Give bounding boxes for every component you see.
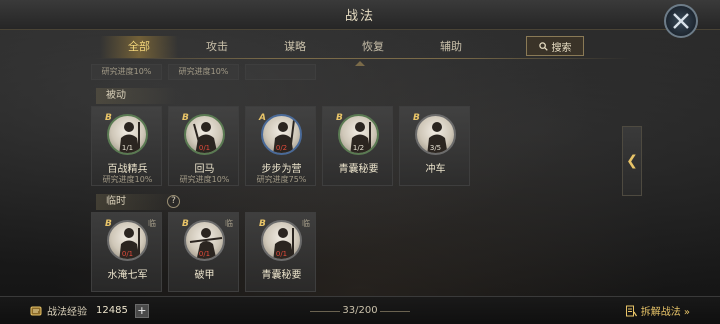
tactic-card[interactable]: 临 B 0/1 破甲 [168, 212, 239, 292]
page-title: 战法 [344, 9, 375, 24]
tactic-name: 百战精兵 [107, 164, 148, 175]
tab-strategy[interactable]: 谋略 [256, 36, 334, 58]
tab-caret-indicator [355, 61, 365, 66]
search-label: 搜索 [551, 42, 572, 54]
research-progress: 研究进度10% [179, 175, 230, 184]
tactic-card[interactable]: 临 B 0/1 青囊秘要 [245, 212, 316, 292]
tab-divider [92, 58, 632, 59]
disassemble-icon [625, 305, 637, 316]
grade-badge: B [182, 219, 189, 229]
tactic-name: 水淹七军 [107, 270, 148, 281]
disassemble-button[interactable]: 拆解战法 » [625, 303, 690, 318]
tactic-card[interactable]: B 1/2 青囊秘要 [322, 106, 393, 186]
bottom-bar: 战法经验 12485 + 33/200 拆解战法 » [0, 296, 720, 324]
tactic-name: 青囊秘要 [261, 270, 302, 281]
level-text: 1/1 [121, 144, 134, 152]
close-x-icon [673, 13, 689, 29]
section-label-temporary: 临时 [96, 194, 176, 210]
temporary-card-row: 临 B 0/1 水淹七军 临 B 0/1 破甲 临 B 0/1 青囊秘要 [91, 212, 316, 292]
partial-card[interactable] [245, 64, 316, 80]
tactic-name: 青囊秘要 [338, 164, 379, 175]
tab-recovery[interactable]: 恢复 [334, 36, 412, 58]
side-panel-toggle[interactable]: ❮ [622, 126, 642, 196]
level-text: 0/1 [198, 144, 211, 152]
grade-badge: B [259, 219, 266, 229]
grade-badge: B [105, 113, 112, 123]
search-icon [538, 41, 548, 51]
tactic-card[interactable]: B 0/1 回马 研究进度10% [168, 106, 239, 186]
chevron-left-icon: ❮ [626, 153, 638, 169]
tactic-exp: 战法经验 12485 + [30, 303, 149, 318]
section-label-passive: 被动 [96, 88, 176, 104]
exp-label: 战法经验 [47, 307, 87, 318]
tactic-card[interactable]: B 1/1 百战精兵 研究进度10% [91, 106, 162, 186]
partial-card[interactable]: 研究进度10% [91, 64, 162, 80]
tactic-name: 破甲 [194, 270, 215, 281]
tab-support[interactable]: 辅助 [412, 36, 490, 58]
temporary-tag: 临 [225, 219, 233, 228]
grade-badge: B [336, 113, 343, 123]
level-text: 0/1 [198, 250, 211, 258]
temporary-tag: 临 [302, 219, 310, 228]
grade-badge: B [413, 113, 420, 123]
passive-card-row: B 1/1 百战精兵 研究进度10% B 0/1 回马 研究进度10% A 0/… [91, 106, 470, 186]
tactic-card[interactable]: 临 B 0/1 水淹七军 [91, 212, 162, 292]
grade-badge: A [259, 113, 266, 123]
exp-value: 12485 [96, 305, 128, 316]
title-bar: 战法 [0, 0, 720, 30]
partial-card-row: 研究进度10% 研究进度10% [91, 64, 316, 80]
level-text: 0/2 [275, 144, 288, 152]
grade-badge: B [182, 113, 189, 123]
tab-all[interactable]: 全部 [100, 36, 178, 58]
tab-attack[interactable]: 攻击 [178, 36, 256, 58]
search-button[interactable]: 搜索 [526, 36, 584, 56]
exp-scroll-icon [30, 306, 42, 315]
temporary-tag: 临 [148, 219, 156, 228]
tactic-name: 冲车 [425, 164, 446, 175]
tactic-card[interactable]: A 0/2 步步为营 研究进度75% [245, 106, 316, 186]
tactic-name: 步步为营 [261, 164, 302, 175]
help-icon[interactable]: ? [167, 195, 180, 208]
tactic-card[interactable]: B 3/5 冲车 [399, 106, 470, 186]
divider [380, 311, 410, 312]
close-button[interactable] [664, 4, 698, 38]
level-text: 0/1 [275, 250, 288, 258]
disassemble-label: 拆解战法 » [640, 307, 690, 318]
partial-card[interactable]: 研究进度10% [168, 64, 239, 80]
grade-badge: B [105, 219, 112, 229]
level-text: 0/1 [121, 250, 134, 258]
research-progress: 研究进度10% [102, 175, 153, 184]
research-progress: 研究进度75% [256, 175, 307, 184]
add-exp-button[interactable]: + [134, 303, 149, 318]
tactic-name: 回马 [194, 164, 215, 175]
level-text: 1/2 [352, 144, 365, 152]
level-text: 3/5 [429, 144, 442, 152]
